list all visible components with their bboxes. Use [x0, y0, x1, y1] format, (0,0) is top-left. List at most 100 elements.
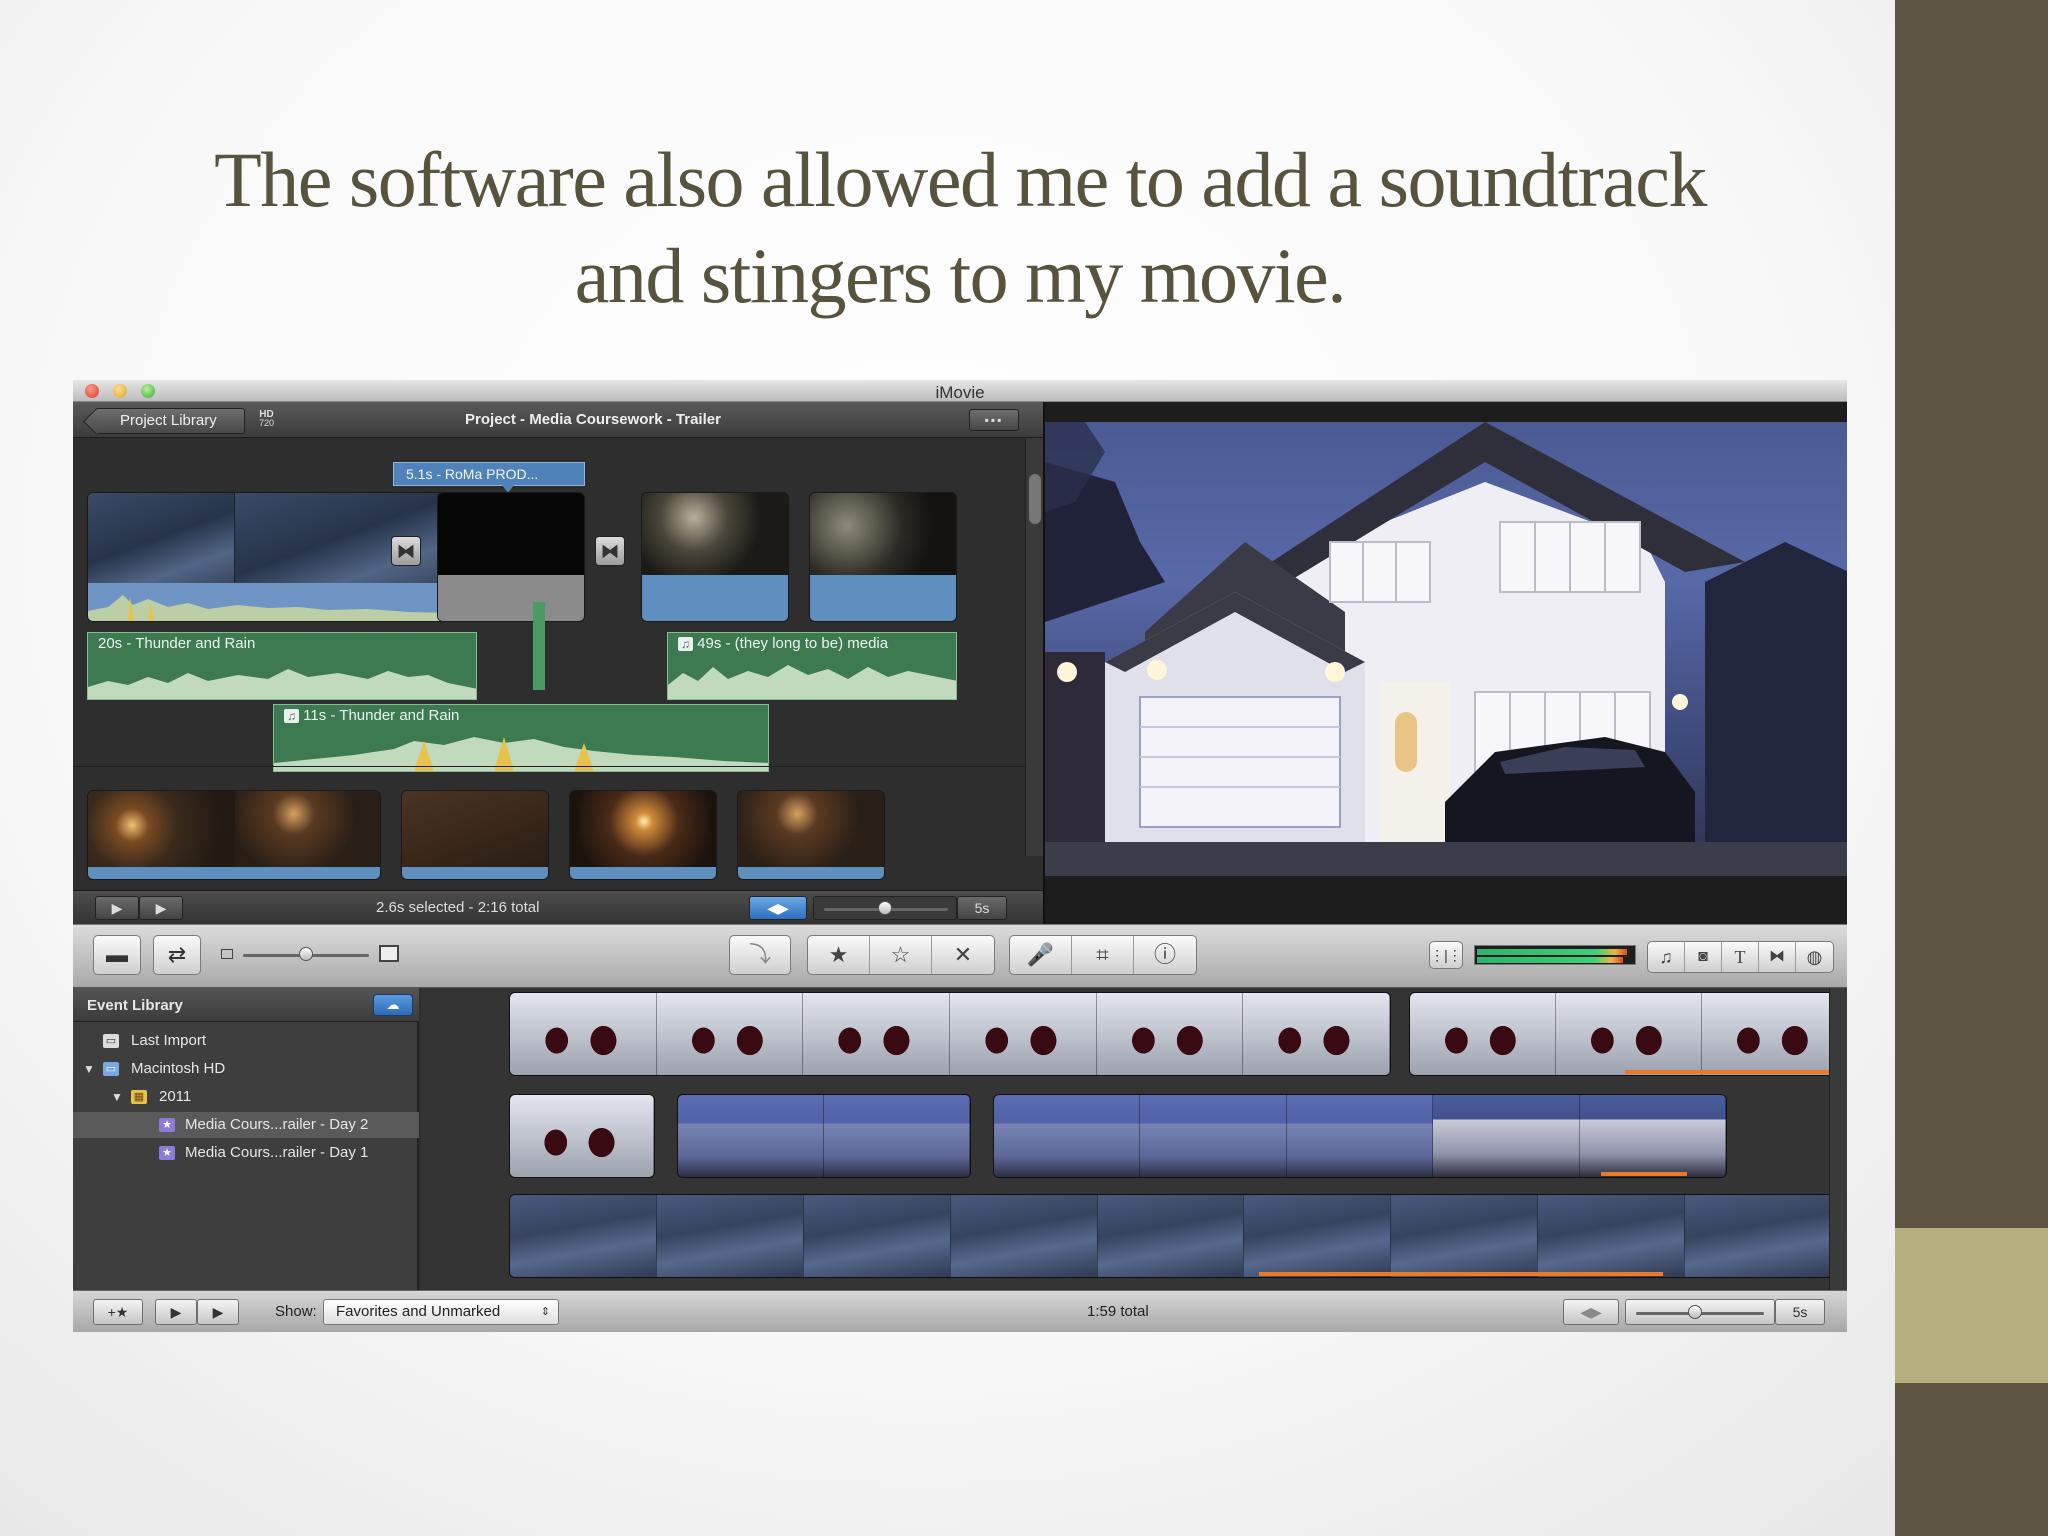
- thumbnail-size-knob[interactable]: [299, 947, 313, 961]
- hd-badge-bottom: 720: [259, 418, 275, 428]
- project-header: Project Library HD 720 Project - Media C…: [73, 402, 1043, 438]
- scrollbar-thumb[interactable]: [1029, 474, 1041, 524]
- project-options-button[interactable]: ▪▪▪: [969, 409, 1019, 431]
- edit-tools-group: 🎤 ⌗ ⓘ: [1009, 935, 1197, 975]
- volume-meter-bar-bottom: [1477, 957, 1623, 963]
- project-status: 2.6s selected - 2:16 total: [376, 899, 540, 916]
- audio-toggle-event-button[interactable]: ◀▶: [1563, 1299, 1619, 1325]
- music-track-1[interactable]: 20s - Thunder and Rain: [87, 632, 477, 700]
- show-filter-value: Favorites and Unmarked: [336, 1303, 501, 1320]
- volume-meter-bar-top: [1477, 949, 1627, 955]
- transition-icon[interactable]: ⧓: [595, 536, 625, 566]
- clip-frame: [1243, 993, 1390, 1075]
- project-footer: ▶ ▶ 2.6s selected - 2:16 total ◀▶ 5s: [73, 890, 1043, 924]
- swap-events-projects-button[interactable]: ⇄: [153, 935, 201, 975]
- window-title: iMovie: [935, 383, 985, 402]
- transitions-browser-icon[interactable]: ⧓: [1759, 942, 1796, 972]
- small-thumbnail-icon: [221, 949, 233, 959]
- reject-icon[interactable]: ✕: [932, 936, 994, 974]
- hd-badge: HD 720: [259, 410, 274, 428]
- event-clip-wine-3[interactable]: [509, 1094, 655, 1178]
- event-item-day-1[interactable]: ★ Media Cours...railer - Day 1: [73, 1140, 419, 1166]
- clip-frame: [994, 1095, 1141, 1177]
- crop-icon[interactable]: ⌗: [1072, 936, 1134, 974]
- imovie-window: iMovie Project Library HD 720 Project - …: [73, 380, 1847, 1332]
- title-clip-label[interactable]: 5.1s - RoMa PROD...: [393, 462, 585, 493]
- event-zoom-slider[interactable]: [1625, 1299, 1775, 1325]
- audio-toggle-button[interactable]: ◀▶: [749, 896, 807, 920]
- show-filter-select[interactable]: Favorites and Unmarked ⇕: [323, 1299, 559, 1325]
- clip-footer: [438, 575, 584, 621]
- event-clip-wine-1[interactable]: [509, 992, 1391, 1076]
- slide-title-line-1: The software also allowed me to add a so…: [214, 136, 1707, 223]
- maps-browser-icon[interactable]: ◍: [1796, 942, 1833, 972]
- event-item-label: 2011: [159, 1088, 192, 1105]
- event-footer: +★ ▶ ▶ Show: Favorites and Unmarked ⇕ 1:…: [73, 1290, 1847, 1332]
- event-item-day-2[interactable]: ★ Media Cours...railer - Day 2: [73, 1112, 419, 1138]
- music-track-label: 20s - Thunder and Rain: [98, 635, 256, 652]
- play-button[interactable]: ▶: [139, 896, 183, 920]
- clip-frame: [738, 791, 884, 867]
- project-clip-title[interactable]: [437, 492, 585, 622]
- music-track-3[interactable]: ♫ 11s - Thunder and Rain: [273, 704, 769, 772]
- clip-footer: [88, 867, 380, 879]
- disclosure-triangle-icon[interactable]: ▼: [111, 1084, 123, 1110]
- row-divider: [73, 766, 1025, 767]
- clip-frame: [1538, 1195, 1686, 1277]
- play-fullscreen-event-button[interactable]: ▶: [155, 1299, 197, 1325]
- clip-frame: [570, 791, 716, 867]
- preview-viewer: [1043, 402, 1847, 924]
- clip-frame: [656, 1195, 804, 1277]
- clip-frame: [1433, 1095, 1580, 1177]
- voiceover-mic-icon[interactable]: 🎤: [1010, 936, 1072, 974]
- music-browser-icon[interactable]: ♫: [1648, 942, 1685, 972]
- clip-frame: [88, 791, 235, 867]
- event-clip-wine-2[interactable]: [1409, 992, 1847, 1076]
- project-clip-7[interactable]: [569, 790, 717, 880]
- clip-frame: [438, 493, 584, 575]
- event-browser[interactable]: [421, 988, 1847, 1290]
- transition-icon[interactable]: ⧓: [391, 536, 421, 566]
- clip-frame: [402, 791, 548, 867]
- favorite-marker: [1601, 1172, 1687, 1176]
- project-clip-3[interactable]: [641, 492, 789, 622]
- event-browser-scrollbar[interactable]: [1829, 988, 1847, 1290]
- favorite-marker: [1259, 1272, 1663, 1276]
- event-item-2011[interactable]: ▼ ▦ 2011: [73, 1084, 419, 1110]
- new-event-button[interactable]: +★: [93, 1299, 143, 1325]
- project-scrollbar[interactable]: [1025, 438, 1043, 856]
- titles-browser-icon[interactable]: T: [1722, 942, 1759, 972]
- zoom-slider[interactable]: [813, 896, 957, 920]
- unmark-star-icon[interactable]: ☆: [870, 936, 932, 974]
- event-clip-rocks[interactable]: [509, 1194, 1833, 1278]
- info-icon[interactable]: ⓘ: [1134, 936, 1196, 974]
- project-clip-8[interactable]: [737, 790, 885, 880]
- event-library-title: Event Library: [87, 997, 183, 1014]
- add-to-project-button[interactable]: ⤵: [729, 935, 791, 975]
- slider-knob[interactable]: [1688, 1305, 1702, 1319]
- event-clip-house-2[interactable]: [993, 1094, 1727, 1178]
- clip-frame: [1096, 993, 1244, 1075]
- slider-knob[interactable]: [878, 901, 892, 915]
- photo-browser-icon[interactable]: ◙: [1685, 942, 1722, 972]
- project-clip-6[interactable]: [401, 790, 549, 880]
- project-library-button[interactable]: Project Library: [95, 408, 245, 434]
- event-item-macintosh-hd[interactable]: ▼ ▭ Macintosh HD: [73, 1056, 419, 1082]
- project-timeline[interactable]: 5.1s - RoMa PROD... ⧓ ⧓ 20s - Thunder an…: [73, 438, 1043, 890]
- project-clip-5[interactable]: [87, 790, 381, 880]
- event-clip-house-1[interactable]: [677, 1094, 971, 1178]
- window-titlebar: iMovie: [73, 380, 1847, 402]
- project-clip-4[interactable]: [809, 492, 957, 622]
- favorite-star-icon[interactable]: ★: [808, 936, 870, 974]
- play-event-button[interactable]: ▶: [197, 1299, 239, 1325]
- music-track-2[interactable]: ♫ 49s - (they long to be) media: [667, 632, 957, 700]
- play-fullscreen-button[interactable]: ▶: [95, 896, 139, 920]
- event-zoom-value: 5s: [1775, 1299, 1825, 1325]
- clip-footer: [570, 867, 716, 879]
- clip-frame: [1410, 993, 1556, 1075]
- cloud-icon[interactable]: ☁: [373, 994, 413, 1016]
- camera-import-button[interactable]: ▬: [93, 935, 141, 975]
- event-item-last-import[interactable]: ▭ Last Import: [73, 1028, 419, 1054]
- disclosure-triangle-icon[interactable]: ▼: [83, 1056, 95, 1082]
- audio-skimming-button[interactable]: ⋮|⋮: [1429, 941, 1463, 969]
